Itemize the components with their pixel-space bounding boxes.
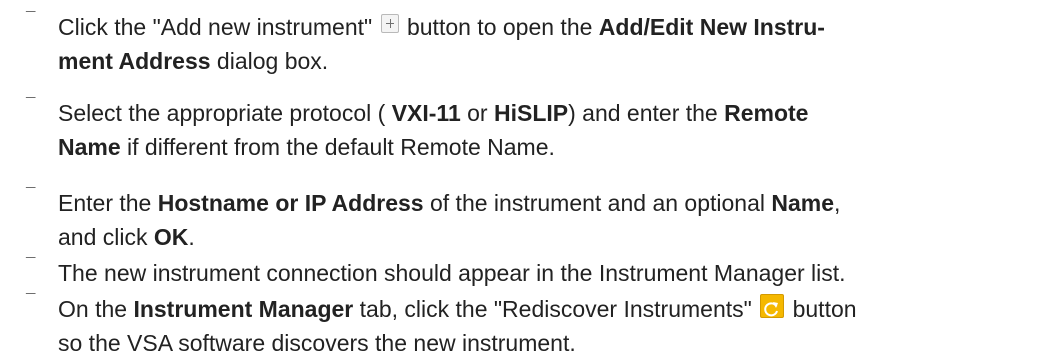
plain-text: dialog box.	[210, 48, 329, 74]
bullet-dash: ¯	[26, 95, 36, 114]
bullet-dash: ¯	[26, 255, 36, 274]
plain-text: button	[786, 296, 857, 322]
bullet-dash: ¯	[26, 9, 36, 28]
plus-icon	[380, 14, 399, 33]
bold-term: Instrument Manager	[133, 296, 354, 322]
plain-text: Select the appropriate protocol (	[58, 100, 392, 126]
step-text: On the Instrument Manager tab, click the…	[58, 292, 1034, 360]
bullet-dash: ¯	[26, 185, 36, 204]
step-text: The new instrument connection should app…	[58, 256, 1034, 290]
step-line: On the Instrument Manager tab, click the…	[58, 292, 1034, 326]
plain-text: Enter the	[58, 190, 158, 216]
step-text: Select the appropriate protocol ( VXI-11…	[58, 96, 1034, 164]
plain-text: if different from the default Remote Nam…	[120, 134, 555, 160]
plain-text: and click	[58, 224, 154, 250]
plain-text: On the	[58, 296, 134, 322]
plain-text: button to open the	[400, 14, 599, 40]
bold-term: Hostname or IP Address	[157, 190, 424, 216]
step-line: so the VSA software discovers the new in…	[58, 326, 1034, 360]
bold-term: HiSLIP	[493, 100, 569, 126]
bold-term: Name	[771, 190, 835, 216]
plain-text: ) and enter the	[568, 100, 725, 126]
plain-text: .	[188, 224, 195, 250]
step-line: The new instrument connection should app…	[58, 256, 1034, 290]
bold-term: Remote	[724, 100, 809, 126]
step-line: ment Address dialog box.	[58, 44, 1034, 78]
step-line: Select the appropriate protocol ( VXI-11…	[58, 96, 1034, 130]
bold-term: OK	[153, 224, 189, 250]
bold-term: Add/Edit New Instru-	[598, 14, 825, 40]
step-line: Enter the Hostname or IP Address of the …	[58, 186, 1034, 220]
plain-text: tab, click the "Rediscover Instruments"	[353, 296, 759, 322]
plain-text: Click the "Add new instrument"	[58, 14, 379, 40]
step-line: Name if different from the default Remot…	[58, 130, 1034, 164]
bold-term: Name	[58, 134, 121, 160]
bullet-dash: ¯	[26, 291, 36, 310]
plain-text: ,	[834, 190, 841, 216]
refresh-icon	[760, 294, 785, 318]
step-line: Click the "Add new instrument" button to…	[58, 10, 1034, 44]
bold-term: VXI-11	[391, 100, 461, 126]
plain-text: or	[460, 100, 494, 126]
plain-text: The new instrument connection should app…	[58, 260, 846, 286]
plain-text: so the VSA software discovers the new in…	[58, 330, 576, 356]
bold-term: ment Address	[58, 48, 211, 74]
step-line: and click OK.	[58, 220, 1034, 254]
step-text: Click the "Add new instrument" button to…	[58, 10, 1034, 78]
plain-text: of the instrument and an optional	[423, 190, 772, 216]
step-text: Enter the Hostname or IP Address of the …	[58, 186, 1034, 254]
